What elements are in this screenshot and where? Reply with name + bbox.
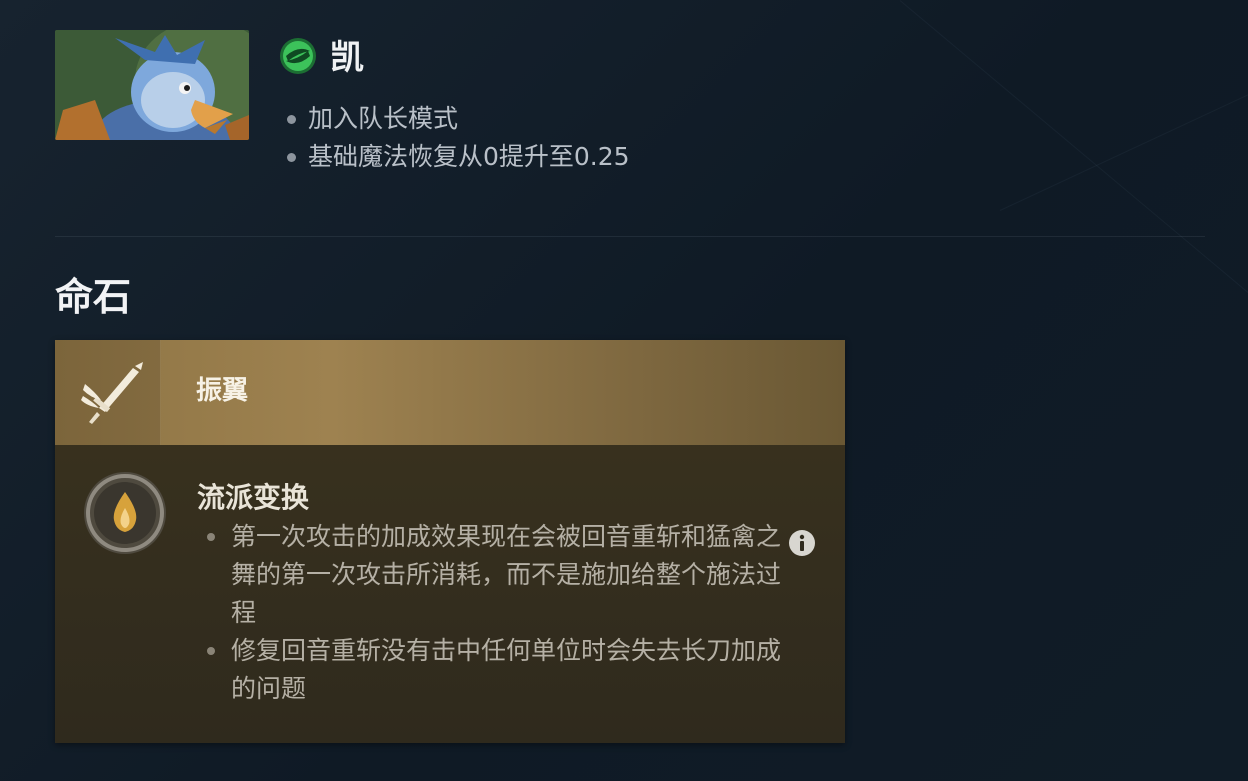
background-decoration xyxy=(999,83,1248,211)
info-icon[interactable] xyxy=(788,529,816,557)
bullet-icon xyxy=(287,114,296,124)
bullet-icon xyxy=(287,152,296,162)
sword-wing-icon xyxy=(81,362,143,424)
hero-portrait-griffin-icon xyxy=(55,30,249,140)
hero-portrait xyxy=(55,30,249,140)
facet-name: 振翼 xyxy=(196,376,249,406)
bullet-icon xyxy=(207,647,215,655)
list-item: 基础魔法恢复从0提升至0.25 xyxy=(287,138,630,176)
bullet-icon xyxy=(207,533,215,541)
facet-header: 振翼 xyxy=(55,340,845,445)
facet-icon-cell xyxy=(55,340,161,445)
list-item: 加入队长模式 xyxy=(287,100,630,138)
hero-name: 凯 xyxy=(330,38,364,78)
facet-card: 振翼 流派变换 第一次攻击的加成效果现在会被回音重斩和猛禽之舞的第一次攻击所消耗… xyxy=(55,340,845,743)
list-item: 第一次攻击的加成效果现在会被回音重斩和猛禽之舞的第一次攻击所消耗，而不是施加给整… xyxy=(207,518,797,632)
hero-change-list: 加入队长模式 基础魔法恢复从0提升至0.25 xyxy=(287,100,630,176)
section-divider xyxy=(55,236,1205,237)
list-item: 修复回音重斩没有击中任何单位时会失去长刀加成的问题 xyxy=(207,632,797,708)
section-title: 命石 xyxy=(55,275,132,319)
background-decoration xyxy=(899,0,1248,297)
universal-attribute-icon xyxy=(279,37,317,75)
ability-name: 流派变换 xyxy=(197,481,310,514)
ability-flame-icon xyxy=(82,470,168,556)
ability-note-list: 第一次攻击的加成效果现在会被回音重斩和猛禽之舞的第一次攻击所消耗，而不是施加给整… xyxy=(207,518,797,708)
